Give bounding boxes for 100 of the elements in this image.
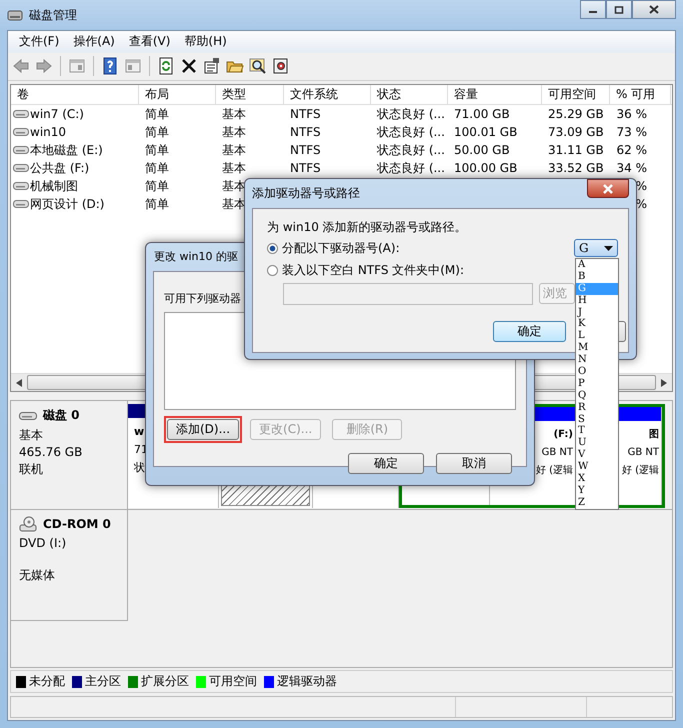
legend-label: 可用空间 xyxy=(209,673,257,690)
radio-button[interactable] xyxy=(267,264,278,276)
table-cell: NTFS xyxy=(290,161,321,176)
dropdown-option[interactable]: B xyxy=(576,270,618,283)
scroll-left-icon[interactable] xyxy=(16,378,22,387)
disk-name: 磁盘 0 xyxy=(43,407,80,424)
dropdown-option[interactable]: L xyxy=(576,330,618,342)
disk-info-panel[interactable]: CD-ROM 0 DVD (I:) 无媒体 xyxy=(11,510,128,620)
ok-button[interactable]: 确定 xyxy=(493,321,566,342)
dialog-button[interactable]: 添加(D)... xyxy=(167,419,240,440)
dropdown-option[interactable]: O xyxy=(576,366,618,378)
table-cell: NTFS xyxy=(290,107,321,122)
table-cell: 简单 xyxy=(145,106,169,123)
table-cell: 73.09 GB xyxy=(548,125,604,140)
drive-icon xyxy=(13,163,29,174)
table-cell: 50.00 GB xyxy=(454,143,510,158)
disk-detail: 联机 xyxy=(19,461,44,478)
table-cell: 状态良好 (... xyxy=(377,160,445,177)
disk-detail: 465.76 GB xyxy=(19,444,84,462)
help-icon[interactable] xyxy=(101,57,119,76)
table-cell: 基本 xyxy=(222,160,246,177)
minimize-button[interactable] xyxy=(580,0,606,19)
column-header[interactable]: % 可用 xyxy=(610,85,671,104)
properties-icon[interactable] xyxy=(203,57,221,76)
legend-label: 扩展分区 xyxy=(141,673,189,690)
dropdown-option[interactable]: T xyxy=(576,425,618,438)
maximize-button[interactable] xyxy=(606,0,632,19)
drive-icon xyxy=(13,145,29,156)
close-icon xyxy=(649,5,659,14)
close-button[interactable] xyxy=(587,179,629,198)
window-title: 磁盘管理 xyxy=(29,6,77,24)
table-cell: 状态良好 (... xyxy=(377,124,445,141)
table-cell: 基本 xyxy=(222,142,246,159)
table-cell: 31.11 GB xyxy=(548,143,604,158)
search-icon[interactable] xyxy=(249,57,267,76)
back-arrow-icon[interactable] xyxy=(12,57,30,76)
legend-label: 未分配 xyxy=(29,673,65,690)
dropdown-arrow-icon xyxy=(604,246,613,250)
menu-item[interactable]: 文件(F) xyxy=(12,33,66,50)
forward-arrow-icon[interactable] xyxy=(35,57,53,76)
dropdown-option[interactable]: P xyxy=(576,378,618,390)
ok-button[interactable]: 确定 xyxy=(348,453,424,474)
table-cell: 简单 xyxy=(145,196,169,213)
table-cell: 33.52 GB xyxy=(548,161,604,176)
radio-label[interactable]: 装入以下空白 NTFS 文件夹中(M): xyxy=(282,262,464,278)
cancel-button[interactable]: 取消 xyxy=(436,453,512,474)
partition-label: w xyxy=(134,424,144,440)
table-cell: 73 % xyxy=(616,125,647,140)
radio-button[interactable] xyxy=(267,242,278,254)
dialog-title: 添加驱动器号或路径 xyxy=(252,185,360,202)
refresh-icon[interactable] xyxy=(157,57,175,76)
delete-icon[interactable] xyxy=(180,57,198,76)
scroll-right-icon[interactable] xyxy=(661,378,667,387)
dropdown-option[interactable]: U xyxy=(576,437,618,450)
partition-label: GB NT xyxy=(628,446,659,460)
list-label: 可用下列驱动器 xyxy=(164,292,241,305)
dropdown-option[interactable]: K xyxy=(576,318,618,330)
table-cell: 简单 xyxy=(145,124,169,141)
dropdown-option[interactable]: N xyxy=(576,354,618,366)
dropdown-option[interactable]: Q xyxy=(576,390,618,402)
close-button[interactable] xyxy=(632,0,676,19)
column-header[interactable]: 类型 xyxy=(216,85,284,104)
dropdown-option[interactable]: A xyxy=(576,259,618,271)
column-header[interactable]: 布局 xyxy=(139,85,216,104)
column-header[interactable]: 状态 xyxy=(371,85,448,104)
menu-item[interactable]: 查看(V) xyxy=(122,33,178,50)
radio-label[interactable]: 分配以下驱动器号(A): xyxy=(282,240,400,256)
disk-detail: 基本 xyxy=(19,427,44,444)
table-cell: 100.00 GB xyxy=(454,161,518,176)
drive-icon xyxy=(13,199,29,210)
legend-label: 主分区 xyxy=(85,673,121,690)
column-header[interactable]: 文件系统 xyxy=(284,85,371,104)
disk-status: 无媒体 xyxy=(19,567,56,584)
table-cell: 状态良好 (... xyxy=(377,142,445,159)
dropdown-option[interactable]: W xyxy=(576,461,618,474)
column-header[interactable]: 可用空间 xyxy=(542,85,610,104)
drive-icon xyxy=(13,127,29,138)
dropdown-option[interactable]: H xyxy=(576,294,618,307)
legend-label: 逻辑驱动器 xyxy=(277,673,337,690)
table-cell: NTFS xyxy=(290,143,321,158)
table-cell: 简单 xyxy=(145,142,169,159)
dropdown-option[interactable]: M xyxy=(576,342,618,354)
folder-path-field[interactable] xyxy=(283,283,533,305)
table-cell: 机械制图 xyxy=(30,178,78,195)
table-cell: 25.29 GB xyxy=(548,107,604,122)
settings-icon[interactable] xyxy=(272,57,290,76)
close-icon xyxy=(602,184,614,194)
column-header[interactable]: 卷 xyxy=(11,85,139,104)
dropdown-option[interactable]: X xyxy=(576,473,618,485)
menu-item[interactable]: 帮助(H) xyxy=(177,33,234,50)
disk-detail: DVD (I:) xyxy=(19,535,68,552)
drive-letter-combo[interactable]: G xyxy=(574,239,618,257)
dropdown-option[interactable]: Y xyxy=(576,484,618,497)
menu-item[interactable]: 操作(A) xyxy=(66,33,122,50)
dropdown-option[interactable]: S xyxy=(576,414,618,426)
column-header[interactable]: 容量 xyxy=(448,85,542,104)
drive-icon xyxy=(13,109,29,120)
dropdown-option[interactable]: V xyxy=(576,449,618,462)
table-cell: NTFS xyxy=(290,125,321,140)
dropdown-option[interactable]: J xyxy=(576,306,618,318)
